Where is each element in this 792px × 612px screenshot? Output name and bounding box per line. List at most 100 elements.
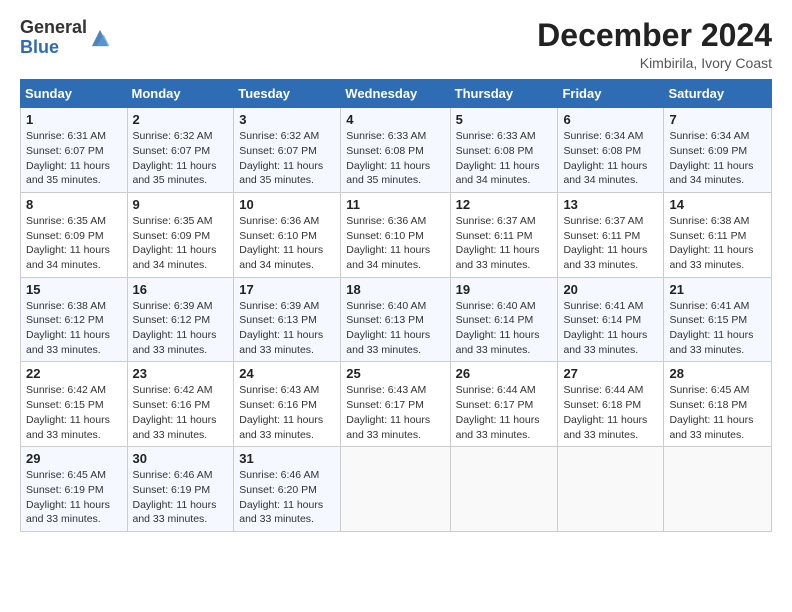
sunset-text: Sunset: 6:12 PM (133, 313, 229, 328)
day-number: 31 (239, 451, 335, 466)
page: General Blue December 2024 Kimbirila, Iv… (0, 0, 792, 612)
calendar-cell: 27Sunrise: 6:44 AMSunset: 6:18 PMDayligh… (558, 362, 664, 447)
calendar-cell: 30Sunrise: 6:46 AMSunset: 6:19 PMDayligh… (127, 447, 234, 532)
sunset-text: Sunset: 6:10 PM (239, 229, 335, 244)
sunset-text: Sunset: 6:08 PM (563, 144, 658, 159)
daylight-text: Daylight: 11 hours and 34 minutes. (133, 243, 229, 272)
calendar-cell (341, 447, 450, 532)
sunset-text: Sunset: 6:18 PM (563, 398, 658, 413)
daylight-text: Daylight: 11 hours and 33 minutes. (239, 328, 335, 357)
sunrise-text: Sunrise: 6:37 AM (563, 214, 658, 229)
daylight-text: Daylight: 11 hours and 33 minutes. (669, 243, 766, 272)
sunset-text: Sunset: 6:08 PM (346, 144, 444, 159)
day-number: 10 (239, 197, 335, 212)
day-info: Sunrise: 6:41 AMSunset: 6:14 PMDaylight:… (563, 299, 658, 358)
sunrise-text: Sunrise: 6:32 AM (133, 129, 229, 144)
calendar-cell: 29Sunrise: 6:45 AMSunset: 6:19 PMDayligh… (21, 447, 128, 532)
weekday-saturday: Saturday (664, 80, 772, 108)
calendar-cell: 21Sunrise: 6:41 AMSunset: 6:15 PMDayligh… (664, 277, 772, 362)
calendar-cell: 6Sunrise: 6:34 AMSunset: 6:08 PMDaylight… (558, 108, 664, 193)
weekday-friday: Friday (558, 80, 664, 108)
sunrise-text: Sunrise: 6:40 AM (456, 299, 553, 314)
daylight-text: Daylight: 11 hours and 33 minutes. (26, 413, 122, 442)
daylight-text: Daylight: 11 hours and 35 minutes. (346, 159, 444, 188)
sunset-text: Sunset: 6:13 PM (239, 313, 335, 328)
sunrise-text: Sunrise: 6:41 AM (563, 299, 658, 314)
calendar-cell: 16 Sunrise: 6:39 AMSunset: 6:12 PMDayligh… (127, 277, 234, 362)
day-info: Sunrise: 6:38 AMSunset: 6:11 PMDaylight:… (669, 214, 766, 273)
daylight-text: Daylight: 11 hours and 35 minutes. (239, 159, 335, 188)
sunrise-text: Sunrise: 6:39 AM (239, 299, 335, 314)
day-number: 16 (133, 282, 229, 297)
day-info: Sunrise: 6:37 AMSunset: 6:11 PMDaylight:… (456, 214, 553, 273)
sunrise-text: Sunrise: 6:36 AM (346, 214, 444, 229)
daylight-text: Daylight: 11 hours and 33 minutes. (456, 413, 553, 442)
sunrise-text: Sunrise: 6:33 AM (456, 129, 553, 144)
sunset-text: Sunset: 6:07 PM (26, 144, 122, 159)
daylight-text: Daylight: 11 hours and 33 minutes. (669, 413, 766, 442)
sunset-text: Sunset: 6:09 PM (133, 229, 229, 244)
calendar-cell: 12 Sunrise: 6:37 AMSunset: 6:11 PMDayligh… (450, 192, 558, 277)
calendar-cell: 5 Sunrise: 6:33 AMSunset: 6:08 PMDaylight… (450, 108, 558, 193)
sunset-text: Sunset: 6:14 PM (563, 313, 658, 328)
weekday-tuesday: Tuesday (234, 80, 341, 108)
day-number: 18 (346, 282, 444, 297)
calendar-cell: 26Sunrise: 6:44 AMSunset: 6:17 PMDayligh… (450, 362, 558, 447)
day-info: Sunrise: 6:44 AMSunset: 6:18 PMDaylight:… (563, 383, 658, 442)
calendar-cell: 3Sunrise: 6:32 AMSunset: 6:07 PMDaylight… (234, 108, 341, 193)
calendar-cell: 7Sunrise: 6:34 AMSunset: 6:09 PMDaylight… (664, 108, 772, 193)
daylight-text: Daylight: 11 hours and 34 minutes. (346, 243, 444, 272)
day-info: Sunrise: 6:45 AMSunset: 6:19 PMDaylight:… (26, 468, 122, 527)
daylight-text: Daylight: 11 hours and 33 minutes. (133, 498, 229, 527)
calendar-cell: 13Sunrise: 6:37 AMSunset: 6:11 PMDayligh… (558, 192, 664, 277)
sunrise-text: Sunrise: 6:46 AM (239, 468, 335, 483)
day-info: Sunrise: 6:39 AMSunset: 6:12 PMDaylight:… (133, 299, 229, 358)
sunset-text: Sunset: 6:16 PM (133, 398, 229, 413)
calendar-week-1: 1Sunrise: 6:31 AMSunset: 6:07 PMDaylight… (21, 108, 772, 193)
day-info: Sunrise: 6:43 AMSunset: 6:16 PMDaylight:… (239, 383, 335, 442)
sunrise-text: Sunrise: 6:35 AM (26, 214, 122, 229)
day-number: 15 (26, 282, 122, 297)
day-info: Sunrise: 6:34 AMSunset: 6:09 PMDaylight:… (669, 129, 766, 188)
daylight-text: Daylight: 11 hours and 33 minutes. (133, 328, 229, 357)
day-info: Sunrise: 6:42 AMSunset: 6:15 PMDaylight:… (26, 383, 122, 442)
day-info: Sunrise: 6:45 AMSunset: 6:18 PMDaylight:… (669, 383, 766, 442)
sunrise-text: Sunrise: 6:43 AM (239, 383, 335, 398)
day-number: 5 (456, 112, 553, 127)
calendar-cell: 22Sunrise: 6:42 AMSunset: 6:15 PMDayligh… (21, 362, 128, 447)
daylight-text: Daylight: 11 hours and 33 minutes. (346, 328, 444, 357)
calendar-cell: 8Sunrise: 6:35 AMSunset: 6:09 PMDaylight… (21, 192, 128, 277)
sunrise-text: Sunrise: 6:46 AM (133, 468, 229, 483)
day-number: 3 (239, 112, 335, 127)
daylight-text: Daylight: 11 hours and 33 minutes. (133, 413, 229, 442)
sunrise-text: Sunrise: 6:45 AM (669, 383, 766, 398)
day-number: 12 (456, 197, 553, 212)
daylight-text: Daylight: 11 hours and 33 minutes. (239, 498, 335, 527)
day-info: Sunrise: 6:33 AMSunset: 6:08 PMDaylight:… (346, 129, 444, 188)
weekday-sunday: Sunday (21, 80, 128, 108)
day-info: Sunrise: 6:43 AMSunset: 6:17 PMDaylight:… (346, 383, 444, 442)
daylight-text: Daylight: 11 hours and 35 minutes. (26, 159, 122, 188)
calendar-cell: 23Sunrise: 6:42 AMSunset: 6:16 PMDayligh… (127, 362, 234, 447)
daylight-text: Daylight: 11 hours and 34 minutes. (239, 243, 335, 272)
daylight-text: Daylight: 11 hours and 33 minutes. (26, 328, 122, 357)
day-info: Sunrise: 6:34 AMSunset: 6:08 PMDaylight:… (563, 129, 658, 188)
logo-general: General (20, 17, 87, 37)
daylight-text: Daylight: 11 hours and 33 minutes. (346, 413, 444, 442)
calendar-cell: 28Sunrise: 6:45 AMSunset: 6:18 PMDayligh… (664, 362, 772, 447)
sunset-text: Sunset: 6:07 PM (239, 144, 335, 159)
daylight-text: Daylight: 11 hours and 34 minutes. (456, 159, 553, 188)
day-info: Sunrise: 6:33 AMSunset: 6:08 PMDaylight:… (456, 129, 553, 188)
day-number: 30 (133, 451, 229, 466)
daylight-text: Daylight: 11 hours and 33 minutes. (669, 328, 766, 357)
sunrise-text: Sunrise: 6:42 AM (26, 383, 122, 398)
day-number: 19 (456, 282, 553, 297)
sunrise-text: Sunrise: 6:40 AM (346, 299, 444, 314)
sunrise-text: Sunrise: 6:44 AM (456, 383, 553, 398)
sunrise-text: Sunrise: 6:39 AM (133, 299, 229, 314)
sunrise-text: Sunrise: 6:41 AM (669, 299, 766, 314)
sunrise-text: Sunrise: 6:42 AM (133, 383, 229, 398)
month-year-title: December 2024 (537, 18, 772, 53)
weekday-wednesday: Wednesday (341, 80, 450, 108)
day-info: Sunrise: 6:42 AMSunset: 6:16 PMDaylight:… (133, 383, 229, 442)
